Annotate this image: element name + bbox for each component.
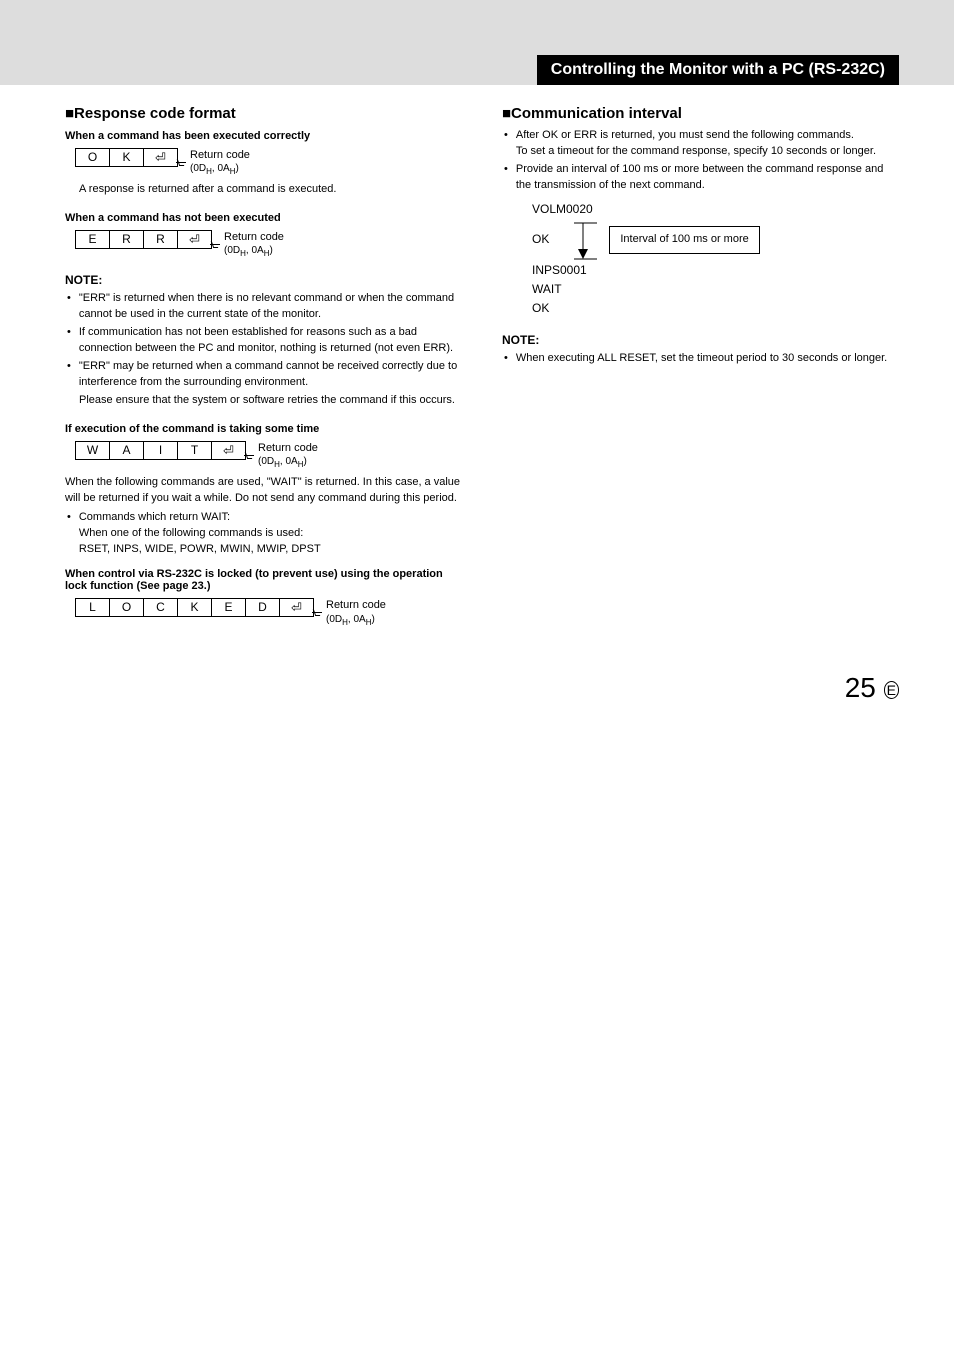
interval-label: Interval of 100 ms or more [609,226,759,254]
interval-item: After OK or ERR is returned, you must se… [502,128,899,160]
wait-list-head: Commands which return WAIT: [79,510,321,526]
return-code-hex: (0DH, 0AH) [190,162,250,177]
cell: I [144,442,178,460]
interval-l4: WAIT [532,280,899,299]
cell: K [110,149,144,167]
cell: O [76,149,110,167]
note-list-right: When executing ALL RESET, set the timeou… [502,351,899,367]
cell: K [178,599,212,617]
ok-diagram: O K ⏎ Return code (0DH, 0AH) [75,148,462,178]
wait-list-line2: RSET, INPS, WIDE, POWR, MWIN, MWIP, DPST [79,542,321,558]
err-cells: E R R ⏎ [75,230,212,249]
interval-l1: VOLM0020 [532,200,899,219]
sub-locked: When control via RS-232C is locked (to p… [65,568,462,592]
interval-l2: OK [532,230,549,249]
note-heading: NOTE: [65,273,462,287]
interval-diagram: VOLM0020 OK Interval of 100 ms or more I… [532,200,899,319]
err-diagram: E R R ⏎ Return code (0DH, 0AH) [75,230,462,260]
return-code-label: Return code [326,598,386,612]
note-trailer: Please ensure that the system or softwar… [65,393,462,409]
ok-cells: O K ⏎ [75,148,178,167]
cell: E [212,599,246,617]
note-item: If communication has not been establishe… [65,325,462,357]
locked-cells: L O C K E D ⏎ [75,598,314,617]
cell: R [110,231,144,249]
cell: T [178,442,212,460]
cell: R [144,231,178,249]
return-code-label: Return code [258,441,318,455]
connector: Return code (0DH, 0AH) [176,148,250,178]
return-code-label: Return code [190,148,250,162]
response-code-format-title: ■Response code format [65,105,462,122]
cell: O [110,599,144,617]
connector: Return code (0DH, 0AH) [244,441,318,471]
page-header-title: Controlling the Monitor with a PC (RS-23… [537,55,899,85]
wait-cells: W A I T ⏎ [75,441,246,460]
cell-return: ⏎ [178,231,212,249]
cell: E [76,231,110,249]
cell: A [110,442,144,460]
note-item: "ERR" may be returned when a command can… [65,359,462,391]
wait-paragraph: When the following commands are used, "W… [65,475,462,507]
ok-description: A response is returned after a command i… [65,182,462,198]
cell: D [246,599,280,617]
cell-return: ⏎ [212,442,246,460]
cell-return: ⏎ [144,149,178,167]
connector: Return code (0DH, 0AH) [210,230,284,260]
interval-l3: INPS0001 [532,261,899,280]
return-code-hex: (0DH, 0AH) [258,455,318,470]
right-column: ■Communication interval After OK or ERR … [502,105,899,632]
note-item: When executing ALL RESET, set the timeou… [502,351,899,367]
left-column: ■Response code format When a command has… [65,105,462,632]
wait-list-line1: When one of the following commands is us… [79,526,321,542]
sub-taking-time: If execution of the command is taking so… [65,423,462,435]
note-list: "ERR" is returned when there is no relev… [65,291,462,391]
communication-interval-title: ■Communication interval [502,105,899,122]
cell-return: ⏎ [280,599,314,617]
interval-l5: OK [532,299,899,318]
header-band: Controlling the Monitor with a PC (RS-23… [0,0,954,85]
wait-list: Commands which return WAIT: When one of … [65,510,462,558]
note-heading-right: NOTE: [502,333,899,347]
sub-executed-correctly: When a command has been executed correct… [65,130,462,142]
cell: C [144,599,178,617]
cell: W [76,442,110,460]
wait-list-item: Commands which return WAIT: When one of … [65,510,462,558]
note-item: "ERR" is returned when there is no relev… [65,291,462,323]
wait-diagram: W A I T ⏎ Return code (0DH, 0AH) [75,441,462,471]
return-code-hex: (0DH, 0AH) [224,244,284,259]
return-code-hex: (0DH, 0AH) [326,613,386,628]
interval-list: After OK or ERR is returned, you must se… [502,128,899,194]
locked-diagram: L O C K E D ⏎ Return code (0DH, 0AH) [75,598,462,628]
cell: L [76,599,110,617]
interval-arrow-box: Interval of 100 ms or more [569,219,759,261]
content-area: ■Response code format When a command has… [0,85,954,672]
connector: Return code (0DH, 0AH) [312,598,386,628]
interval-item: Provide an interval of 100 ms or more be… [502,162,899,194]
return-code-label: Return code [224,230,284,244]
sub-not-executed: When a command has not been executed [65,212,462,224]
down-arrow-icon [569,219,599,261]
page-number: 25 E [0,672,954,734]
